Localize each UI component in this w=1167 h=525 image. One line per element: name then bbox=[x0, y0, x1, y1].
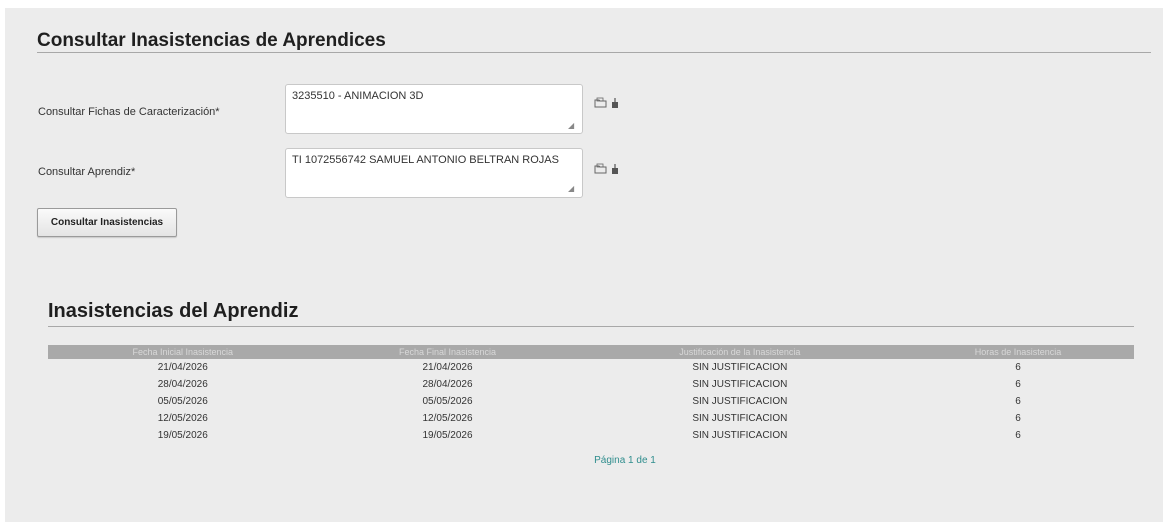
table-cell: 21/04/2026 bbox=[157, 362, 208, 373]
table-row[interactable]: 21/04/2026 21/04/2026 SIN JUSTIFICACION … bbox=[48, 359, 1134, 376]
table-cell: 21/04/2026 bbox=[422, 362, 473, 373]
aprendiz-field[interactable]: TI 1072556742 SAMUEL ANTONIO BELTRAN ROJ… bbox=[285, 148, 583, 198]
table-row[interactable]: 19/05/2026 19/05/2026 SIN JUSTIFICACION … bbox=[48, 427, 1134, 444]
main-panel: Consultar Inasistencias de Aprendices Co… bbox=[5, 8, 1163, 522]
folder-search-icon[interactable] bbox=[594, 96, 608, 114]
table-cell: 28/04/2026 bbox=[157, 379, 208, 390]
table-cell: SIN JUSTIFICACION bbox=[692, 396, 788, 407]
column-header[interactable]: Justificación de la Inasistencia bbox=[577, 345, 903, 359]
table-cell: SIN JUSTIFICACION bbox=[692, 430, 788, 441]
fichas-label: Consultar Fichas de Caracterización* bbox=[38, 106, 220, 118]
aprendiz-actions bbox=[594, 162, 619, 180]
table-cell: SIN JUSTIFICACION bbox=[692, 379, 788, 390]
table-row[interactable]: 12/05/2026 12/05/2026 SIN JUSTIFICACION … bbox=[48, 410, 1134, 427]
pagination-label[interactable]: Página 1 de 1 bbox=[525, 455, 725, 466]
page-title: Consultar Inasistencias de Aprendices bbox=[37, 30, 386, 51]
table-row[interactable]: 28/04/2026 28/04/2026 SIN JUSTIFICACION … bbox=[48, 376, 1134, 393]
table-header-row: Fecha Inicial Inasistencia Fecha Final I… bbox=[48, 345, 1134, 359]
inasistencias-table: Fecha Inicial Inasistencia Fecha Final I… bbox=[48, 345, 1134, 444]
eraser-icon[interactable] bbox=[611, 162, 619, 180]
table-cell: 12/05/2026 bbox=[157, 413, 208, 424]
fichas-actions bbox=[594, 96, 619, 114]
aprendiz-label: Consultar Aprendiz* bbox=[38, 166, 136, 178]
table-cell: 19/05/2026 bbox=[157, 430, 208, 441]
table-cell: 6 bbox=[1015, 413, 1021, 424]
eraser-icon[interactable] bbox=[611, 96, 619, 114]
resize-grip[interactable]: ◢ bbox=[568, 122, 574, 130]
results-divider bbox=[48, 326, 1134, 327]
table-cell: 12/05/2026 bbox=[422, 413, 473, 424]
column-header[interactable]: Horas de Inasistencia bbox=[902, 345, 1134, 359]
title-divider bbox=[37, 52, 1151, 53]
results-title: Inasistencias del Aprendiz bbox=[48, 300, 299, 322]
table-cell: SIN JUSTIFICACION bbox=[692, 362, 788, 373]
fichas-field[interactable]: 3235510 - ANIMACION 3D bbox=[285, 84, 583, 134]
table-cell: 6 bbox=[1015, 396, 1021, 407]
table-cell: 6 bbox=[1015, 379, 1021, 390]
folder-search-icon[interactable] bbox=[594, 162, 608, 180]
table-cell: 05/05/2026 bbox=[422, 396, 473, 407]
table-cell: 05/05/2026 bbox=[157, 396, 208, 407]
column-header[interactable]: Fecha Final Inasistencia bbox=[317, 345, 578, 359]
table-cell: 19/05/2026 bbox=[422, 430, 473, 441]
table-cell: 6 bbox=[1015, 362, 1021, 373]
consultar-inasistencias-button[interactable]: Consultar Inasistencias bbox=[37, 208, 177, 237]
column-header[interactable]: Fecha Inicial Inasistencia bbox=[48, 345, 318, 359]
table-cell: 6 bbox=[1015, 430, 1021, 441]
table-cell: 28/04/2026 bbox=[422, 379, 473, 390]
table-row[interactable]: 05/05/2026 05/05/2026 SIN JUSTIFICACION … bbox=[48, 393, 1134, 410]
resize-grip[interactable]: ◢ bbox=[568, 185, 574, 193]
table-cell: SIN JUSTIFICACION bbox=[692, 413, 788, 424]
